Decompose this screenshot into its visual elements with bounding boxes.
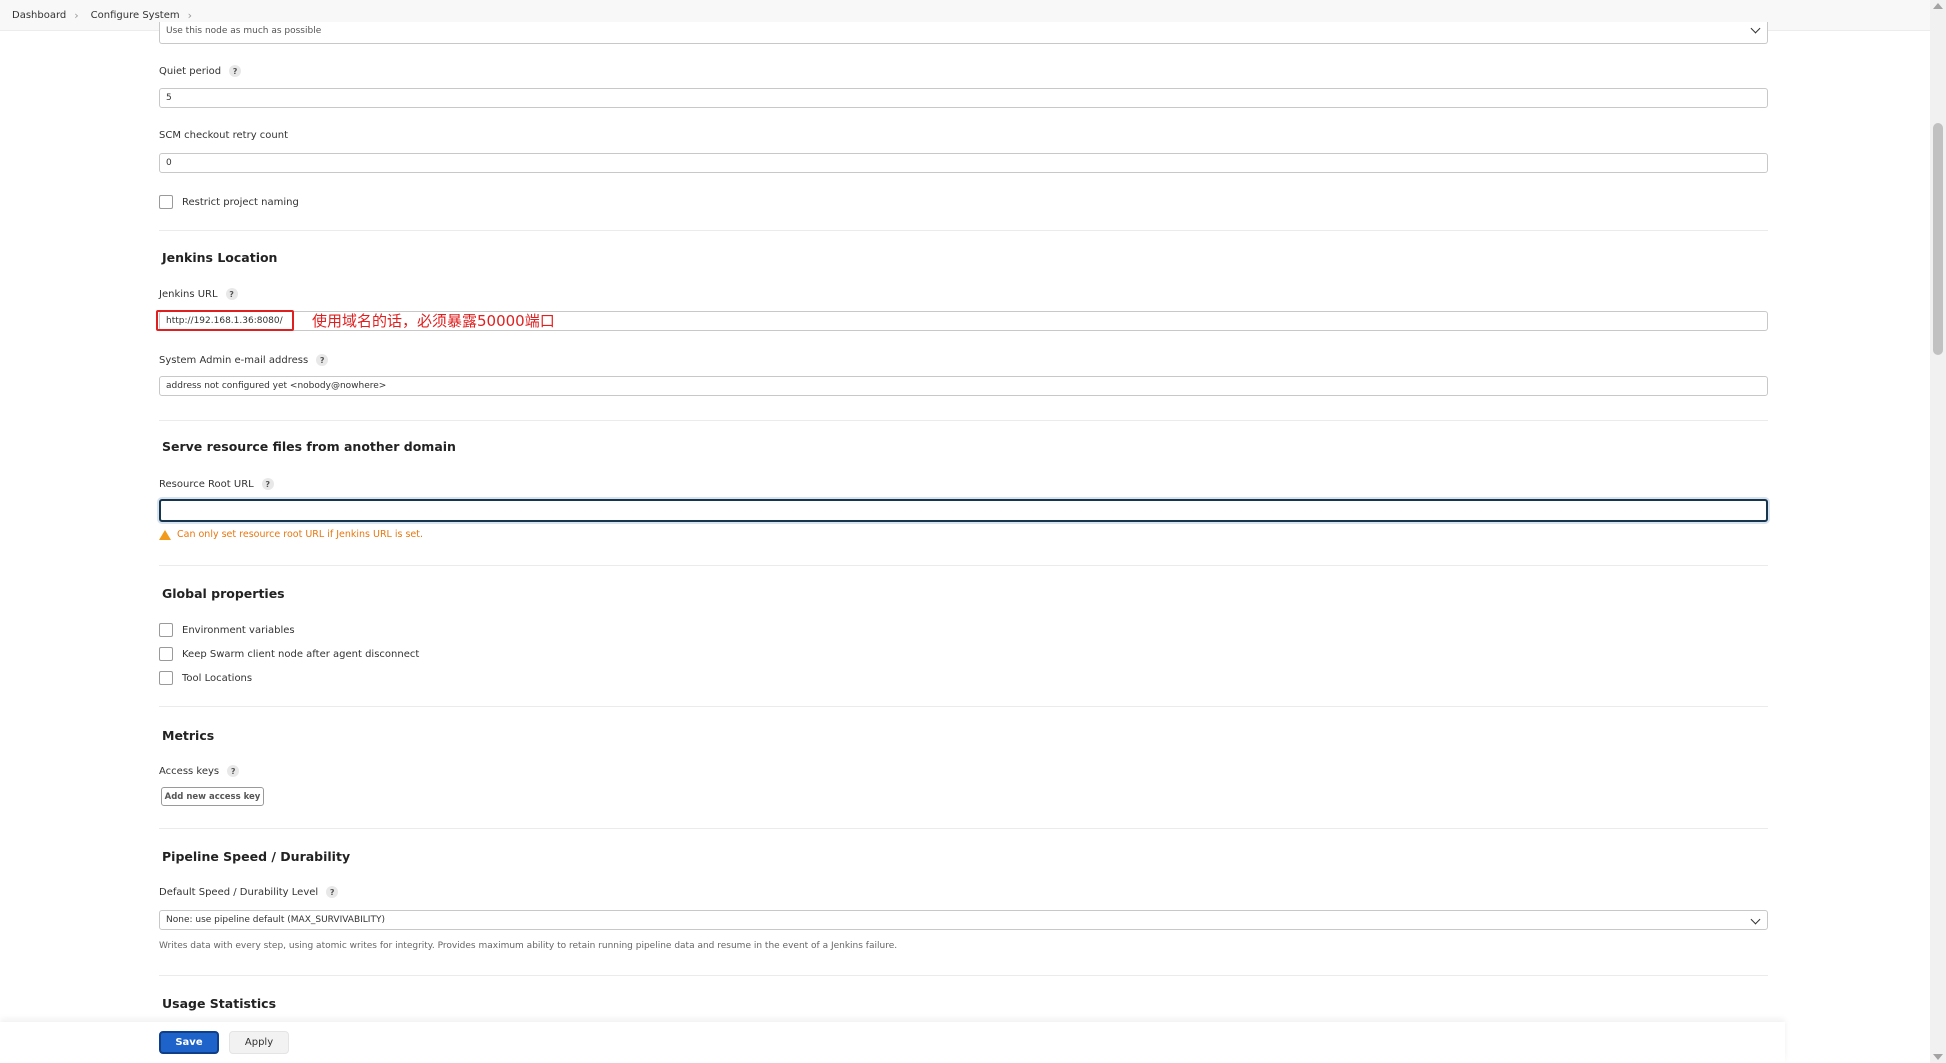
durability-description: Writes data with every step, using atomi… <box>159 941 898 951</box>
breadcrumb-separator-icon[interactable]: › <box>180 9 192 22</box>
save-button[interactable]: Save <box>159 1031 219 1054</box>
chevron-down-icon <box>1750 914 1761 925</box>
admin-email-input[interactable]: address not configured yet <nobody@nowhe… <box>159 376 1768 396</box>
jenkins-url-label-text: Jenkins URL <box>159 288 218 300</box>
usage-select[interactable]: Use this node as much as possible <box>159 22 1768 44</box>
restrict-naming-checkbox[interactable] <box>159 195 173 209</box>
quiet-period-label: Quiet period ? <box>159 65 242 77</box>
tool-locations-label: Tool Locations <box>182 672 253 684</box>
access-keys-label-text: Access keys <box>159 765 220 777</box>
breadcrumb-dashboard[interactable]: Dashboard <box>0 10 66 21</box>
warning-text: Can only set resource root URL if Jenkin… <box>177 529 424 540</box>
help-icon[interactable]: ? <box>227 765 240 777</box>
global-property-item[interactable]: Keep Swarm client node after agent disco… <box>159 647 419 661</box>
help-icon[interactable]: ? <box>229 65 242 77</box>
warning-icon <box>159 529 171 540</box>
annotation-text: 使用域名的话，必须暴露50000端口 <box>312 312 555 330</box>
scm-retry-value: 0 <box>166 158 172 168</box>
section-divider <box>159 230 1768 231</box>
breadcrumb-configure-system[interactable]: Configure System <box>79 10 180 21</box>
durability-level-value: None: use pipeline default (MAX_SURVIVAB… <box>166 915 385 925</box>
access-keys-label: Access keys ? <box>159 765 240 777</box>
resource-root-url-warning: Can only set resource root URL if Jenkin… <box>159 529 423 540</box>
jenkins-location-title: Jenkins Location <box>162 250 278 265</box>
admin-email-value: address not configured yet <nobody@nowhe… <box>166 381 387 391</box>
quiet-period-label-text: Quiet period <box>159 65 222 77</box>
environment-variables-label: Environment variables <box>182 624 295 636</box>
section-divider <box>159 975 1768 976</box>
admin-email-label: System Admin e-mail address ? <box>159 354 329 366</box>
section-divider <box>159 828 1768 829</box>
help-icon[interactable]: ? <box>326 886 339 898</box>
durability-level-select[interactable]: None: use pipeline default (MAX_SURVIVAB… <box>159 910 1768 930</box>
global-property-item[interactable]: Tool Locations <box>159 671 252 685</box>
environment-variables-checkbox[interactable] <box>159 623 173 637</box>
help-icon[interactable]: ? <box>316 354 329 366</box>
jenkins-url-label: Jenkins URL ? <box>159 288 238 300</box>
quiet-period-value: 5 <box>166 93 172 103</box>
help-icon[interactable]: ? <box>225 288 238 300</box>
usage-select-value: Use this node as much as possible <box>166 25 322 36</box>
chevron-down-icon <box>1750 23 1761 34</box>
resource-root-url-label: Resource Root URL ? <box>159 478 274 490</box>
durability-level-label: Default Speed / Durability Level ? <box>159 886 339 898</box>
durability-level-label-text: Default Speed / Durability Level <box>159 886 319 898</box>
scrollbar-thumb[interactable] <box>1933 123 1943 355</box>
add-access-key-button[interactable]: Add new access key <box>161 787 264 806</box>
pipeline-title: Pipeline Speed / Durability <box>162 849 351 864</box>
resource-domain-title: Serve resource files from another domain <box>162 439 456 454</box>
keep-swarm-node-label: Keep Swarm client node after agent disco… <box>182 648 420 660</box>
scm-retry-input[interactable]: 0 <box>159 153 1768 173</box>
tool-locations-checkbox[interactable] <box>159 671 173 685</box>
scroll-down-arrow-icon[interactable] <box>1933 1054 1943 1060</box>
metrics-title: Metrics <box>162 728 215 743</box>
breadcrumb-separator-icon: › <box>74 8 79 22</box>
global-properties-title: Global properties <box>162 586 285 601</box>
section-divider <box>159 420 1768 421</box>
section-divider <box>159 565 1768 566</box>
vertical-scrollbar[interactable] <box>1930 0 1946 1063</box>
resource-root-url-label-text: Resource Root URL <box>159 478 254 490</box>
apply-button[interactable]: Apply <box>229 1031 289 1054</box>
restrict-naming-label: Restrict project naming <box>182 196 299 208</box>
resource-root-url-input[interactable] <box>159 499 1768 522</box>
scroll-up-arrow-icon[interactable] <box>1933 3 1943 9</box>
keep-swarm-node-checkbox[interactable] <box>159 647 173 661</box>
global-property-item[interactable]: Environment variables <box>159 623 295 637</box>
scm-retry-label: SCM checkout retry count <box>159 130 288 141</box>
quiet-period-input[interactable]: 5 <box>159 88 1768 108</box>
admin-email-label-text: System Admin e-mail address <box>159 354 309 366</box>
restrict-naming-row[interactable]: Restrict project naming <box>159 195 299 209</box>
usage-statistics-title: Usage Statistics <box>162 996 277 1011</box>
section-divider <box>159 706 1768 707</box>
scm-retry-label-text: SCM checkout retry count <box>159 130 288 141</box>
annotation-highlight-box <box>156 310 294 331</box>
help-icon[interactable]: ? <box>261 478 274 490</box>
